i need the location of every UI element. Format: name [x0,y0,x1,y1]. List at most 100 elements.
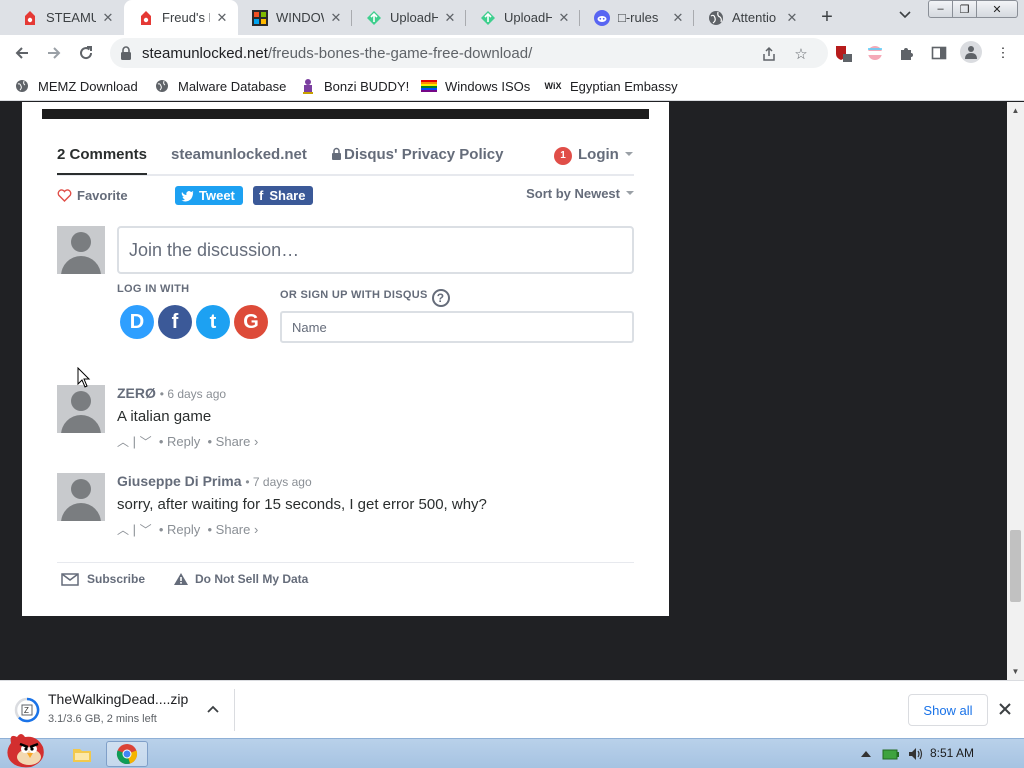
arrow-left-icon [15,47,28,59]
page-divider-bar [42,109,649,119]
globe-icon [154,78,170,94]
comment-text: sorry, after waiting for 15 seconds, I g… [117,496,487,513]
close-icon[interactable]: ✕ [442,10,458,26]
tab-strip: STEAMU ✕ Freud's B ✕ WINDOW ✕ UploadH ✕ … [0,0,1024,35]
scroll-down-icon[interactable]: ▼ [1011,667,1020,676]
comment-time[interactable]: • 6 days ago [160,387,226,401]
extension-flag-icon[interactable] [866,44,884,62]
site-tab[interactable]: steamunlocked.net [171,146,307,163]
caret-down-icon [626,191,634,195]
comment-text: A italian game [117,408,212,425]
upvote-icon[interactable]: ︿ [117,433,129,450]
scroll-up-icon[interactable]: ▲ [1011,106,1020,115]
forward-button[interactable] [42,41,66,65]
close-icon[interactable] [999,703,1011,715]
tab-attention[interactable]: Attentio ✕ [694,0,808,35]
sort-dropdown[interactable]: Sort by Newest [526,186,634,201]
tab-discord-rules[interactable]: □-rules ✕ [580,0,694,35]
extension-shield-icon[interactable] [834,44,852,62]
disqus-card: 2 Comments steamunlocked.net Disqus' Pri… [22,102,669,616]
facebook-login-icon[interactable]: f [158,305,192,339]
tray-chevron-icon[interactable] [858,741,874,767]
scroll-thumb[interactable] [1010,530,1021,602]
bookmark-egyptian-embassy[interactable]: WiX Egyptian Embassy [544,77,678,95]
subscribe-link[interactable]: Subscribe [61,572,145,586]
show-all-button[interactable]: Show all [908,694,988,726]
volume-icon[interactable] [906,741,926,767]
comment-author[interactable]: Giuseppe Di Prima • 7 days ago [117,473,312,489]
twitter-login-icon[interactable]: t [196,305,230,339]
comment-author[interactable]: ZERØ • 6 days ago [117,385,226,401]
bookmark-bonzi-buddy[interactable]: Bonzi BUDDY! [300,77,409,95]
windows-taskbar: 8:51 AM [0,734,1024,768]
chevron-up-icon[interactable] [207,705,219,713]
time-label: 6 days ago [167,387,227,401]
bookmark-windows-isos[interactable]: Windows ISOs [421,77,530,95]
close-icon[interactable]: ✕ [784,10,800,26]
share-link[interactable]: Share › [216,522,259,537]
lock-icon [332,147,341,160]
name-field[interactable]: Name [280,311,634,343]
bookmark-label: MEMZ Download [38,78,138,94]
minimize-button[interactable]: – [928,0,953,18]
profile-avatar-icon[interactable] [960,41,982,63]
back-button[interactable] [10,41,34,65]
share-icon[interactable] [760,45,778,63]
upvote-icon[interactable]: ︿ [117,521,129,538]
page-scrollbar[interactable]: ▲ ▼ [1007,102,1024,680]
close-icon[interactable]: ✕ [100,10,116,26]
close-icon[interactable]: ✕ [556,10,572,26]
bookmark-star-icon[interactable]: ☆ [792,45,810,63]
puzzle-icon[interactable] [898,44,916,62]
browser-toolbar: steamunlocked.net/freuds-bones-the-game-… [0,35,1024,101]
side-panel-icon[interactable] [930,44,948,62]
menu-kebab-icon[interactable]: ⋮ [994,44,1012,62]
bookmark-malware-database[interactable]: Malware Database [154,77,286,95]
avatar [57,226,105,274]
privacy-policy-link[interactable]: Disqus' Privacy Policy [331,146,503,163]
favorite-button[interactable]: Favorite [57,188,128,203]
comments-count-tab[interactable]: 2 Comments [57,146,148,175]
tab-search-chevron-icon[interactable] [896,8,914,26]
tab-title: UploadH [390,10,438,25]
comment-compose-input[interactable]: Join the discussion… [117,226,634,274]
close-icon[interactable]: ✕ [214,10,230,26]
bookmark-memz[interactable]: MEMZ Download [14,77,138,95]
share-link[interactable]: Share › [216,434,259,449]
tab-uploadhaven-2[interactable]: UploadH ✕ [466,0,580,35]
tab-title: Freud's B [162,10,210,25]
close-icon[interactable]: ✕ [670,10,686,26]
close-icon[interactable]: ✕ [328,10,344,26]
reload-button[interactable] [74,41,98,65]
download-progress-icon: Z [14,697,40,723]
reply-link[interactable]: Reply [167,522,200,537]
tab-uploadhaven-1[interactable]: UploadH ✕ [352,0,466,35]
tab-steamunlocked[interactable]: STEAMU ✕ [8,0,124,35]
disqus-login-icon[interactable]: D [120,305,154,339]
chrome-taskbar-button[interactable] [106,741,148,767]
do-not-sell-link[interactable]: Do Not Sell My Data [173,572,308,586]
battery-icon[interactable] [880,741,902,767]
comment-time[interactable]: • 7 days ago [245,475,311,489]
help-icon[interactable]: ? [431,289,450,307]
reply-link[interactable]: Reply [167,434,200,449]
restore-button[interactable]: ❐ [952,0,977,18]
uploadhaven-icon [480,10,496,26]
url-text: steamunlocked.net/freuds-bones-the-game-… [142,45,532,62]
new-tab-button[interactable]: + [816,6,838,28]
url-host: steamunlocked.net [142,45,268,62]
tweet-button[interactable]: Tweet [175,186,243,205]
start-button[interactable] [0,731,52,768]
taskbar-clock[interactable]: 8:51 AM [930,746,974,760]
downvote-icon[interactable]: ﹀ [140,521,152,538]
close-window-button[interactable]: ✕ [976,0,1018,18]
google-login-icon[interactable]: G [234,305,268,339]
address-bar[interactable]: steamunlocked.net/freuds-bones-the-game-… [110,38,828,68]
tab-windows[interactable]: WINDOW ✕ [238,0,352,35]
login-menu[interactable]: 1 Login [554,146,633,165]
file-explorer-icon[interactable] [68,741,96,767]
facebook-share-button[interactable]: f Share [253,186,314,205]
tab-freuds-bones[interactable]: Freud's B ✕ [124,0,238,35]
downvote-icon[interactable]: ﹀ [140,433,152,450]
download-item[interactable]: Z TheWalkingDead....zip 3.1/3.6 GB, 2 mi… [12,687,234,733]
